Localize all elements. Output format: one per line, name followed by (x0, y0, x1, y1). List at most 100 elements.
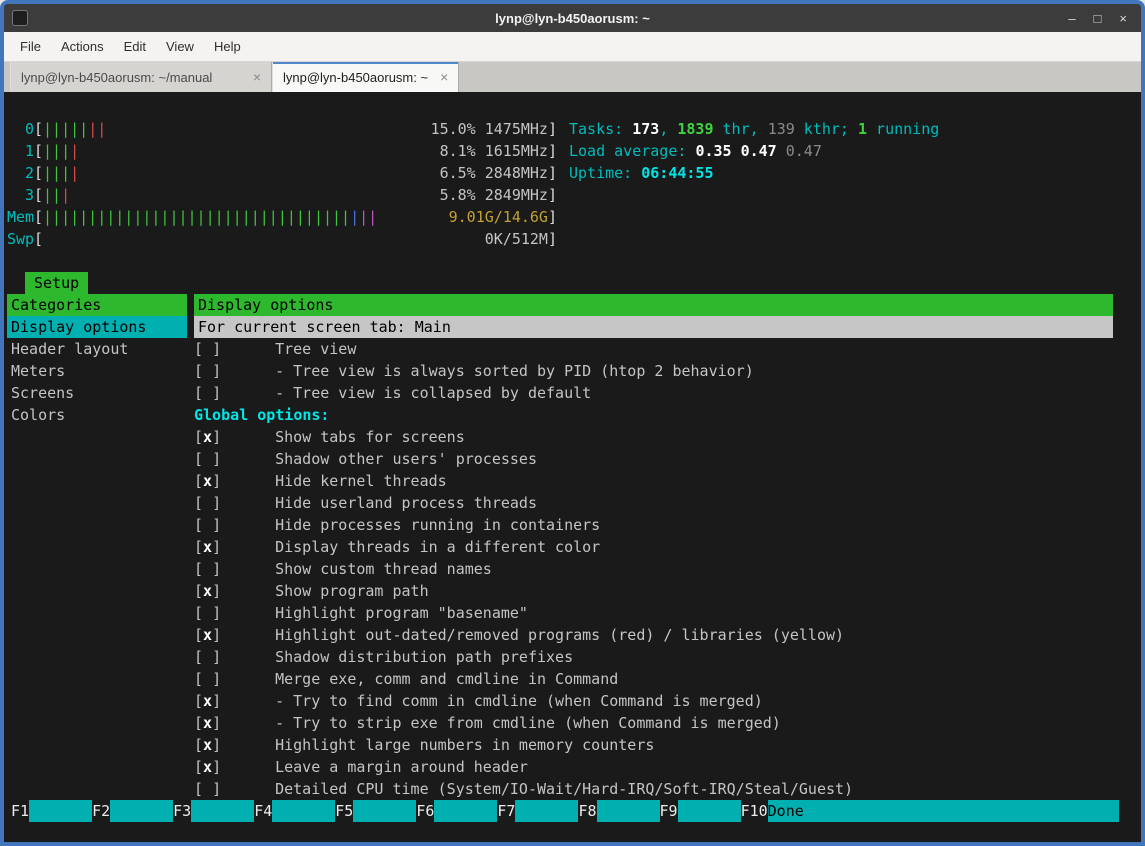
cpu1-meter: 1[||||8.1% 1615MHz] (7, 140, 557, 162)
category-label: Display options (11, 316, 146, 338)
function-key[interactable]: F5 (335, 800, 416, 822)
setup-option[interactable]: [ ]Detailed CPU time (System/IO-Wait/Har… (194, 778, 1113, 800)
setup-category-item[interactable]: Colors (7, 404, 187, 426)
close-icon[interactable]: × (1119, 11, 1127, 26)
restore-icon[interactable]: □ (1094, 11, 1102, 26)
checkbox-open-bracket: [ (194, 492, 203, 514)
checkbox-close-bracket: ] (212, 558, 221, 580)
menu-item[interactable]: View (156, 39, 204, 54)
option-label: Detailed CPU time (System/IO-Wait/Hard-I… (275, 778, 853, 800)
setup-option[interactable]: [ ]Shadow distribution path prefixes (194, 646, 1113, 668)
tab-close-icon[interactable]: × (241, 69, 261, 85)
option-gap (221, 646, 275, 668)
setup-category-item[interactable]: Meters (7, 360, 187, 382)
terminal-tab[interactable]: lynp@lyn-b450aorusm: ~ × (272, 62, 459, 92)
option-label: Hide kernel threads (275, 470, 447, 492)
checkbox-close-bracket: ] (212, 690, 221, 712)
checkbox-mark[interactable] (203, 778, 212, 800)
menu-item[interactable]: File (10, 39, 51, 54)
checkbox-mark[interactable]: x (203, 624, 212, 646)
option-gap (221, 580, 275, 602)
checkbox-mark[interactable] (203, 558, 212, 580)
function-key-label[interactable] (191, 800, 254, 822)
checkbox-mark[interactable]: x (203, 734, 212, 756)
function-key-label[interactable] (29, 800, 92, 822)
checkbox-mark[interactable] (203, 646, 212, 668)
setup-option[interactable]: [x]Show tabs for screens (194, 426, 1113, 448)
function-key-label[interactable] (110, 800, 173, 822)
function-key-label[interactable] (272, 800, 335, 822)
setup-option[interactable]: [x]- Try to find comm in cmdline (when C… (194, 690, 1113, 712)
setup-option[interactable]: [ ]Highlight program "basename" (194, 602, 1113, 624)
tab-close-icon[interactable]: × (428, 69, 448, 85)
setup-option[interactable]: [x]Show program path (194, 580, 1113, 602)
setup-category-item[interactable]: Display options (7, 316, 187, 338)
function-key[interactable]: F6 (416, 800, 497, 822)
cpu2-value: 6.5% 2848MHz (440, 162, 548, 184)
function-key[interactable]: F1 (11, 800, 92, 822)
function-key[interactable]: F2 (92, 800, 173, 822)
checkbox-mark[interactable]: x (203, 712, 212, 734)
tab-title: lynp@lyn-b450aorusm: ~/manual (21, 70, 212, 85)
checkbox-mark[interactable] (203, 514, 212, 536)
terminal-tab[interactable]: lynp@lyn-b450aorusm: ~/manual × (10, 62, 272, 92)
function-key[interactable]: F10Done (741, 800, 1119, 822)
menu-item[interactable]: Actions (51, 39, 114, 54)
checkbox-mark[interactable] (203, 448, 212, 470)
setup-option[interactable]: [ ]Hide userland process threads (194, 492, 1113, 514)
uptime: Uptime: 06:44:55 (569, 162, 714, 184)
setup-option[interactable]: [x]Hide kernel threads (194, 470, 1113, 492)
function-key[interactable]: F8 (578, 800, 659, 822)
setup-option[interactable]: [ ]Shadow other users' processes (194, 448, 1113, 470)
setup-option[interactable]: Global options: (194, 404, 1113, 426)
checkbox-mark[interactable]: x (203, 536, 212, 558)
function-key[interactable]: F7 (497, 800, 578, 822)
function-key-label[interactable] (678, 800, 741, 822)
function-key-label[interactable] (434, 800, 497, 822)
setup-option[interactable]: [x]Highlight out-dated/removed programs … (194, 624, 1113, 646)
minimize-icon[interactable]: – (1068, 11, 1075, 26)
setup-option[interactable]: [x]- Try to strip exe from cmdline (when… (194, 712, 1113, 734)
checkbox-mark[interactable] (203, 338, 212, 360)
function-key-label[interactable]: Done (768, 800, 1119, 822)
option-label: Shadow other users' processes (275, 448, 537, 470)
setup-option[interactable]: [x]Highlight large numbers in memory cou… (194, 734, 1113, 756)
checkbox-close-bracket: ] (212, 624, 221, 646)
setup-category-item[interactable]: Header layout (7, 338, 187, 360)
setup-option[interactable]: [ ]Show custom thread names (194, 558, 1113, 580)
titlebar[interactable]: lynp@lyn-b450aorusm: ~ – □ × (4, 4, 1141, 32)
setup-option[interactable]: [ ]- Tree view is always sorted by PID (… (194, 360, 1113, 382)
checkbox-open-bracket: [ (194, 624, 203, 646)
setup-option[interactable]: [ ]- Tree view is collapsed by default (194, 382, 1113, 404)
checkbox-mark[interactable] (203, 382, 212, 404)
checkbox-mark[interactable] (203, 360, 212, 382)
terminal-screen[interactable]: 0[|||||||15.0% 1475MHz] Tasks: 173, 1839… (4, 92, 1141, 842)
checkbox-close-bracket: ] (212, 470, 221, 492)
setup-option[interactable]: [ ]Merge exe, comm and cmdline in Comman… (194, 668, 1113, 690)
function-key-label[interactable] (515, 800, 578, 822)
option-label: - Try to strip exe from cmdline (when Co… (275, 712, 781, 734)
checkbox-mark[interactable] (203, 492, 212, 514)
setup-option[interactable]: [x]Leave a margin around header (194, 756, 1113, 778)
setup-body: Categories Display options Header layout… (7, 294, 1141, 800)
checkbox-open-bracket: [ (194, 558, 203, 580)
checkbox-mark[interactable]: x (203, 426, 212, 448)
checkbox-mark[interactable] (203, 602, 212, 624)
checkbox-mark[interactable]: x (203, 690, 212, 712)
setup-category-item[interactable]: Screens (7, 382, 187, 404)
checkbox-mark[interactable]: x (203, 470, 212, 492)
function-key[interactable]: F3 (173, 800, 254, 822)
function-key-label[interactable] (597, 800, 660, 822)
setup-option[interactable]: [ ]Hide processes running in containers (194, 514, 1113, 536)
menu-item[interactable]: Help (204, 39, 251, 54)
menu-item[interactable]: Edit (114, 39, 156, 54)
checkbox-mark[interactable]: x (203, 756, 212, 778)
setup-option[interactable]: [ ]Tree view (194, 338, 1113, 360)
function-key-name: F10 (741, 800, 768, 822)
function-key[interactable]: F4 (254, 800, 335, 822)
function-key[interactable]: F9 (660, 800, 741, 822)
function-key-label[interactable] (353, 800, 416, 822)
checkbox-mark[interactable] (203, 668, 212, 690)
setup-option[interactable]: [x]Display threads in a different color (194, 536, 1113, 558)
checkbox-mark[interactable]: x (203, 580, 212, 602)
